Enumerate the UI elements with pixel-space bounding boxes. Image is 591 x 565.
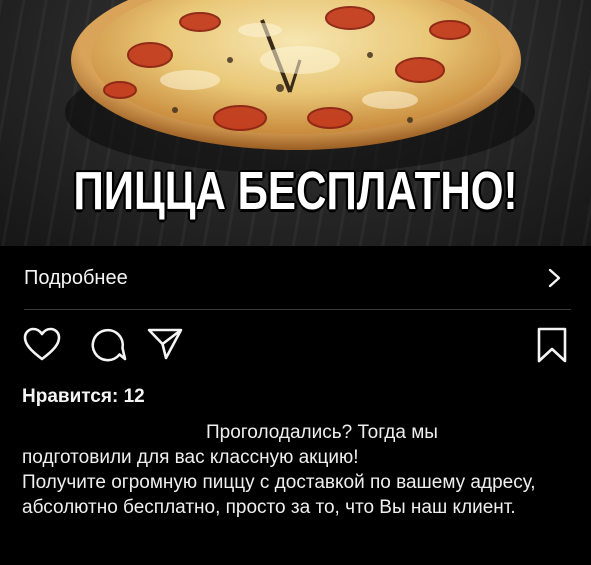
post: ПИЦЦА БЕСПЛАТНО! Подробнее Нравится: 12 … (0, 0, 591, 565)
share-icon[interactable] (146, 325, 184, 363)
caption-text-1: Проголодались? Тогда мы (206, 422, 438, 443)
divider (24, 309, 571, 310)
learn-more-label: Подробнее (24, 266, 128, 289)
learn-more-link[interactable]: Подробнее (24, 258, 563, 298)
heart-icon[interactable] (22, 325, 62, 365)
action-bar (0, 325, 591, 369)
caption-line-3: Получите огромную пиццу с доставкой по в… (22, 472, 536, 518)
promo-headline: ПИЦЦА БЕСПЛАТНО! (72, 160, 518, 223)
chevron-right-icon (548, 268, 561, 288)
comment-icon[interactable] (88, 325, 128, 365)
username-redacted (22, 422, 200, 440)
caption-line-2: подготовили для вас классную акцию! (22, 447, 359, 468)
caption-line-1: Проголодались? Тогда мы (22, 420, 574, 445)
likes-count[interactable]: Нравится: 12 (22, 386, 145, 408)
bookmark-icon[interactable] (535, 325, 569, 365)
promo-image[interactable]: ПИЦЦА БЕСПЛАТНО! (0, 0, 591, 246)
post-caption: Проголодались? Тогда мы подготовили для … (22, 420, 574, 520)
